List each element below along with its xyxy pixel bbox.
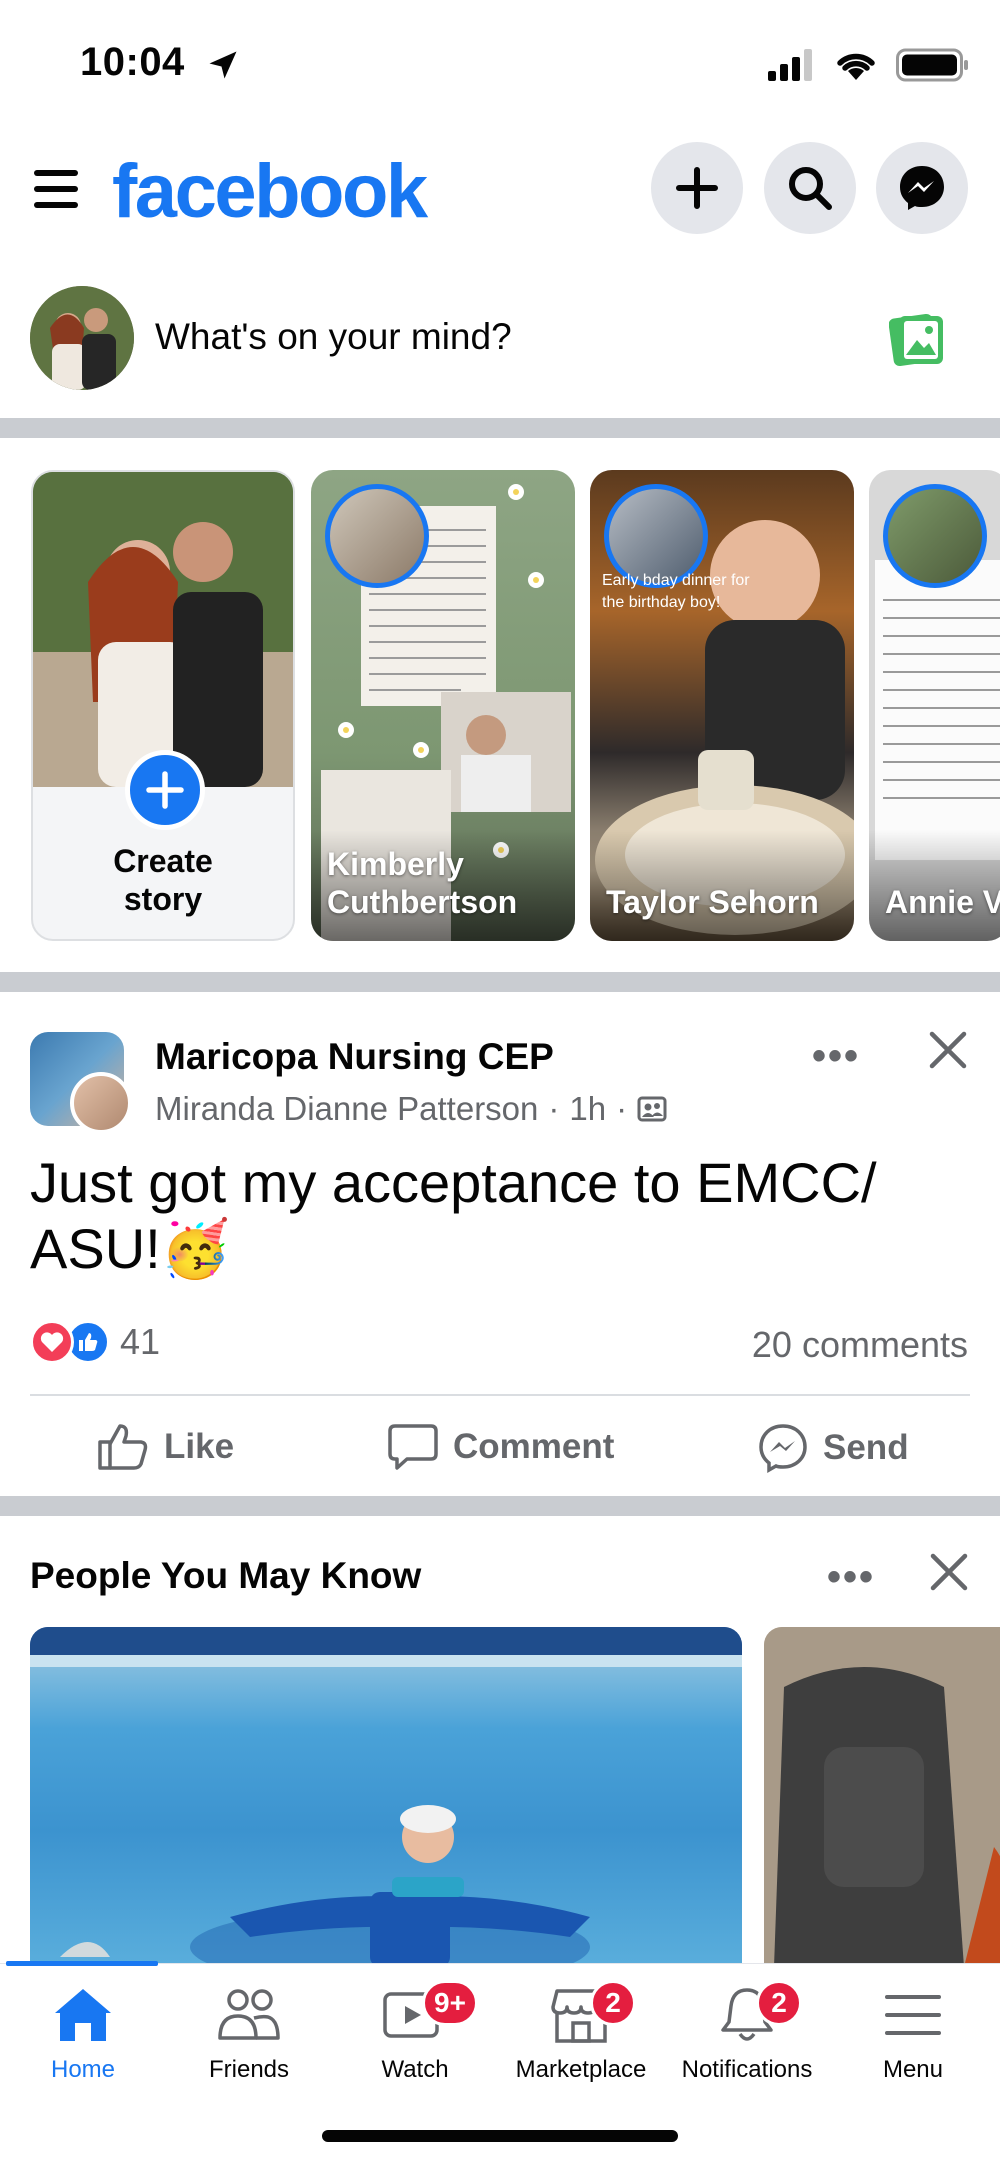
create-story-label: Create story (113, 843, 213, 917)
tab-marketplace[interactable]: 2 Marketplace (498, 1980, 664, 2084)
author-avatar[interactable] (70, 1072, 132, 1134)
group-privacy-icon (637, 1096, 667, 1122)
create-button[interactable] (651, 142, 743, 234)
tab-label: Watch (381, 2056, 449, 2083)
love-reaction-icon (30, 1320, 74, 1364)
pymk-suggestion-card[interactable] (30, 1627, 742, 1965)
stories-tray: Create story Kimberly Cuthbertson Early … (0, 440, 1000, 960)
story-author-name: Kimberly Cuthbertson (327, 846, 518, 920)
like-button[interactable]: Like (96, 1422, 234, 1472)
messenger-button[interactable] (876, 142, 968, 234)
pymk-title: People You May Know (30, 1555, 422, 1596)
facebook-logo[interactable]: facebook (112, 148, 428, 235)
tab-label: Menu (882, 2056, 944, 2083)
post-author-name[interactable]: Miranda Dianne Patterson (155, 1090, 538, 1128)
home-indicator[interactable] (322, 2130, 678, 2142)
feed-post: Maricopa Nursing CEP Miranda Dianne Patt… (0, 1000, 1000, 1490)
post-timestamp[interactable]: 1h (569, 1090, 606, 1128)
tab-label: Friends (208, 2056, 290, 2083)
create-story-photo (33, 472, 293, 787)
tab-notifications[interactable]: 2 Notifications (664, 1980, 830, 2084)
section-divider (0, 418, 1000, 438)
post-composer[interactable]: What's on your mind? (0, 270, 1000, 420)
comment-bubble-icon (388, 1424, 438, 1470)
story-card-annie-v[interactable]: Annie V (869, 470, 1000, 941)
section-divider (0, 972, 1000, 992)
like-label: Like (164, 1427, 235, 1466)
status-bar: 10:04 (0, 0, 1000, 130)
avatar-photo (30, 286, 134, 390)
send-label: Send (823, 1428, 909, 1467)
story-author-name: Annie V (885, 884, 1000, 920)
tab-label: Notifications (681, 2056, 813, 2083)
create-story-plus-button[interactable] (125, 750, 205, 830)
post-group-name[interactable]: Maricopa Nursing CEP (155, 1036, 554, 1078)
menu-hamburger-icon (885, 1995, 941, 2035)
status-time: 10:04 (80, 40, 185, 84)
meta-separator: · (548, 1090, 560, 1127)
notifications-badge: 2 (756, 1980, 802, 2026)
comment-label: Comment (453, 1427, 615, 1466)
watch-badge: 9+ (422, 1980, 478, 2026)
reaction-summary[interactable]: 41 (30, 1320, 160, 1364)
section-divider (0, 1496, 1000, 1516)
hamburger-menu-icon[interactable] (34, 170, 78, 214)
photo-upload-icon[interactable] (889, 310, 945, 368)
tab-watch[interactable]: 9+ Watch (332, 1980, 498, 2084)
active-tab-indicator (6, 1961, 158, 1966)
meta-separator: · (616, 1090, 628, 1127)
post-body-text: Just got my acceptance to EMCC/ ASU!🥳 (30, 1151, 877, 1280)
composer-input[interactable]: What's on your mind? (155, 316, 512, 358)
story-card-kimberly-cuthbertson[interactable]: Kimberly Cuthbertson (311, 470, 575, 941)
send-button[interactable]: Send (757, 1422, 909, 1474)
tab-label: Marketplace (515, 2056, 647, 2083)
post-more-options-icon[interactable]: ••• (812, 1034, 860, 1079)
search-button[interactable] (764, 142, 856, 234)
comments-count-link[interactable]: 20 comments (752, 1324, 968, 1366)
tab-friends[interactable]: Friends (166, 1980, 332, 2084)
tab-home[interactable]: Home (0, 1980, 166, 2084)
story-card-taylor-sehorn[interactable]: Early bday dinner for the birthday boy! … (590, 470, 854, 941)
post-action-bar: Like Comment Send (0, 1400, 1000, 1490)
plus-icon (146, 771, 184, 809)
suggestion-photo (764, 1627, 1000, 1965)
story-avatar (325, 484, 429, 588)
story-author-name: Taylor Sehorn (606, 884, 819, 920)
pymk-close-icon[interactable] (928, 1551, 970, 1593)
marketplace-badge: 2 (590, 1980, 636, 2026)
story-overlay-text: Early bday dinner for the birthday boy! (602, 572, 750, 611)
comment-button[interactable]: Comment (387, 1422, 614, 1472)
plus-icon (676, 167, 718, 209)
thumbs-up-icon (98, 1424, 148, 1470)
create-story-card[interactable]: Create story (31, 470, 295, 941)
friends-icon (218, 1989, 280, 2040)
post-meta: Miranda Dianne Patterson · 1h · (155, 1090, 667, 1128)
people-you-may-know: People You May Know ••• (0, 1515, 1000, 1965)
reaction-count: 41 (120, 1321, 161, 1362)
post-action-divider (30, 1394, 970, 1396)
search-icon (789, 167, 832, 210)
wifi-icon (837, 53, 875, 80)
tab-menu[interactable]: Menu (830, 1980, 996, 2084)
story-avatar (883, 484, 987, 588)
tab-label: Home (50, 2056, 116, 2083)
user-avatar[interactable] (30, 286, 134, 390)
status-indicators (768, 48, 970, 82)
suggestion-photo (30, 1627, 742, 1965)
top-header: facebook (0, 130, 1000, 270)
pymk-more-options-icon[interactable]: ••• (827, 1555, 875, 1600)
messenger-icon (900, 166, 944, 210)
battery-icon (896, 48, 968, 82)
location-arrow-icon (209, 51, 237, 79)
cellular-signal-icon (768, 49, 812, 81)
pymk-suggestion-card[interactable] (764, 1627, 1000, 1965)
hide-post-close-icon[interactable] (926, 1028, 970, 1072)
home-icon (55, 1989, 111, 2041)
messenger-send-icon (759, 1424, 807, 1474)
